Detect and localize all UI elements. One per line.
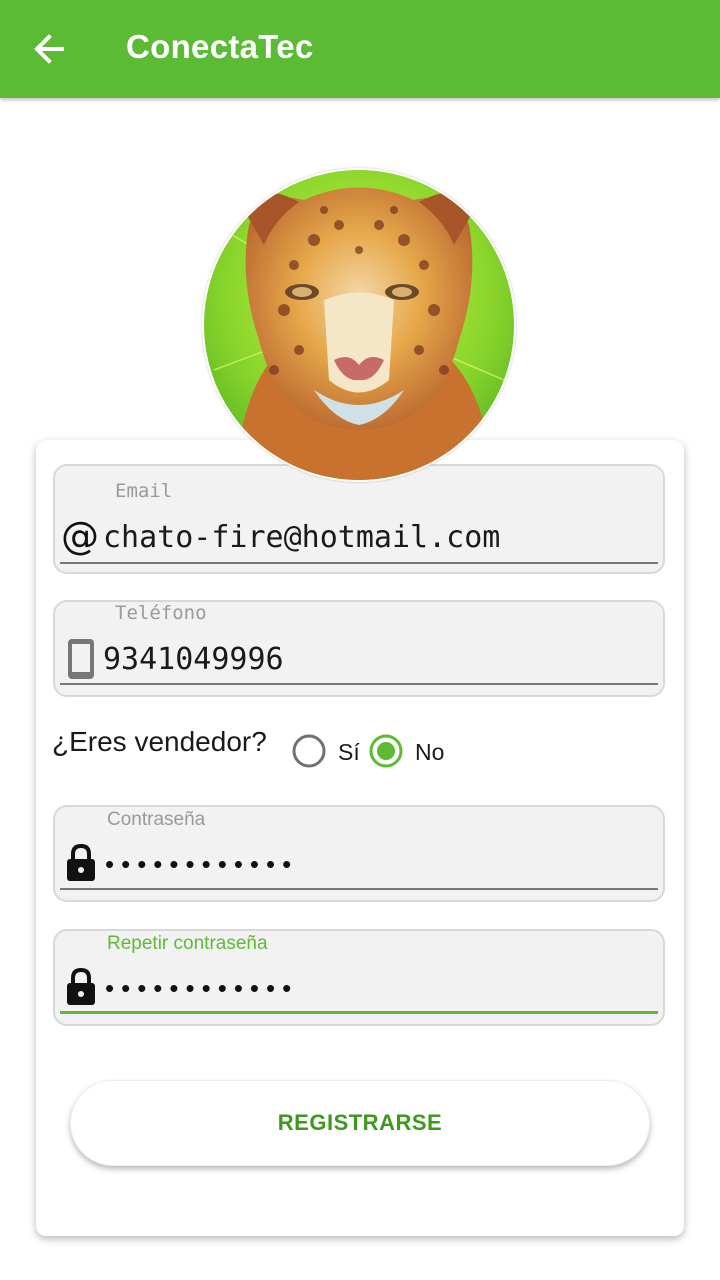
radio-si-label[interactable]: Sí <box>338 739 360 766</box>
radio-no-label[interactable]: No <box>415 739 444 766</box>
svg-text:@: @ <box>61 516 99 556</box>
profile-avatar[interactable] <box>202 168 516 482</box>
phone-field[interactable]: Teléfono 9341049996 <box>53 600 665 697</box>
password-field[interactable]: Contraseña •••••••••••• <box>53 805 665 902</box>
email-label: Email <box>115 480 173 502</box>
repeat-password-field[interactable]: Repetir contraseña •••••••••••• <box>53 929 665 1026</box>
register-button[interactable]: REGISTRARSE <box>70 1080 650 1166</box>
app-bar: ConectaTec <box>0 0 720 98</box>
radio-si[interactable] <box>292 734 326 768</box>
repeat-password-value[interactable]: •••••••••••• <box>105 973 298 1004</box>
phone-icon <box>68 639 94 679</box>
lock-icon <box>67 967 95 1005</box>
password-value[interactable]: •••••••••••• <box>105 849 298 880</box>
app-title: ConectaTec <box>126 28 314 65</box>
radio-no[interactable] <box>369 734 403 768</box>
jaguar-avatar-icon <box>204 170 514 480</box>
password-label: Contraseña <box>107 809 206 830</box>
at-sign-icon: @ <box>61 516 99 556</box>
seller-question: ¿Eres vendedor? <box>52 726 267 757</box>
password-underline <box>60 888 658 890</box>
lock-icon <box>67 843 95 881</box>
back-button[interactable] <box>22 24 76 74</box>
registration-card: Email @ chato-fire@hotmail.com Teléfono … <box>36 440 684 1236</box>
register-label: REGISTRARSE <box>277 1110 443 1135</box>
phone-value[interactable]: 9341049996 <box>103 642 284 677</box>
phone-label: Teléfono <box>115 602 207 624</box>
email-value[interactable]: chato-fire@hotmail.com <box>103 520 500 555</box>
phone-underline <box>60 683 658 685</box>
email-underline <box>60 562 658 564</box>
repeat-password-underline <box>60 1011 658 1014</box>
repeat-password-label: Repetir contraseña <box>107 933 268 954</box>
arrow-back-icon <box>34 34 64 64</box>
